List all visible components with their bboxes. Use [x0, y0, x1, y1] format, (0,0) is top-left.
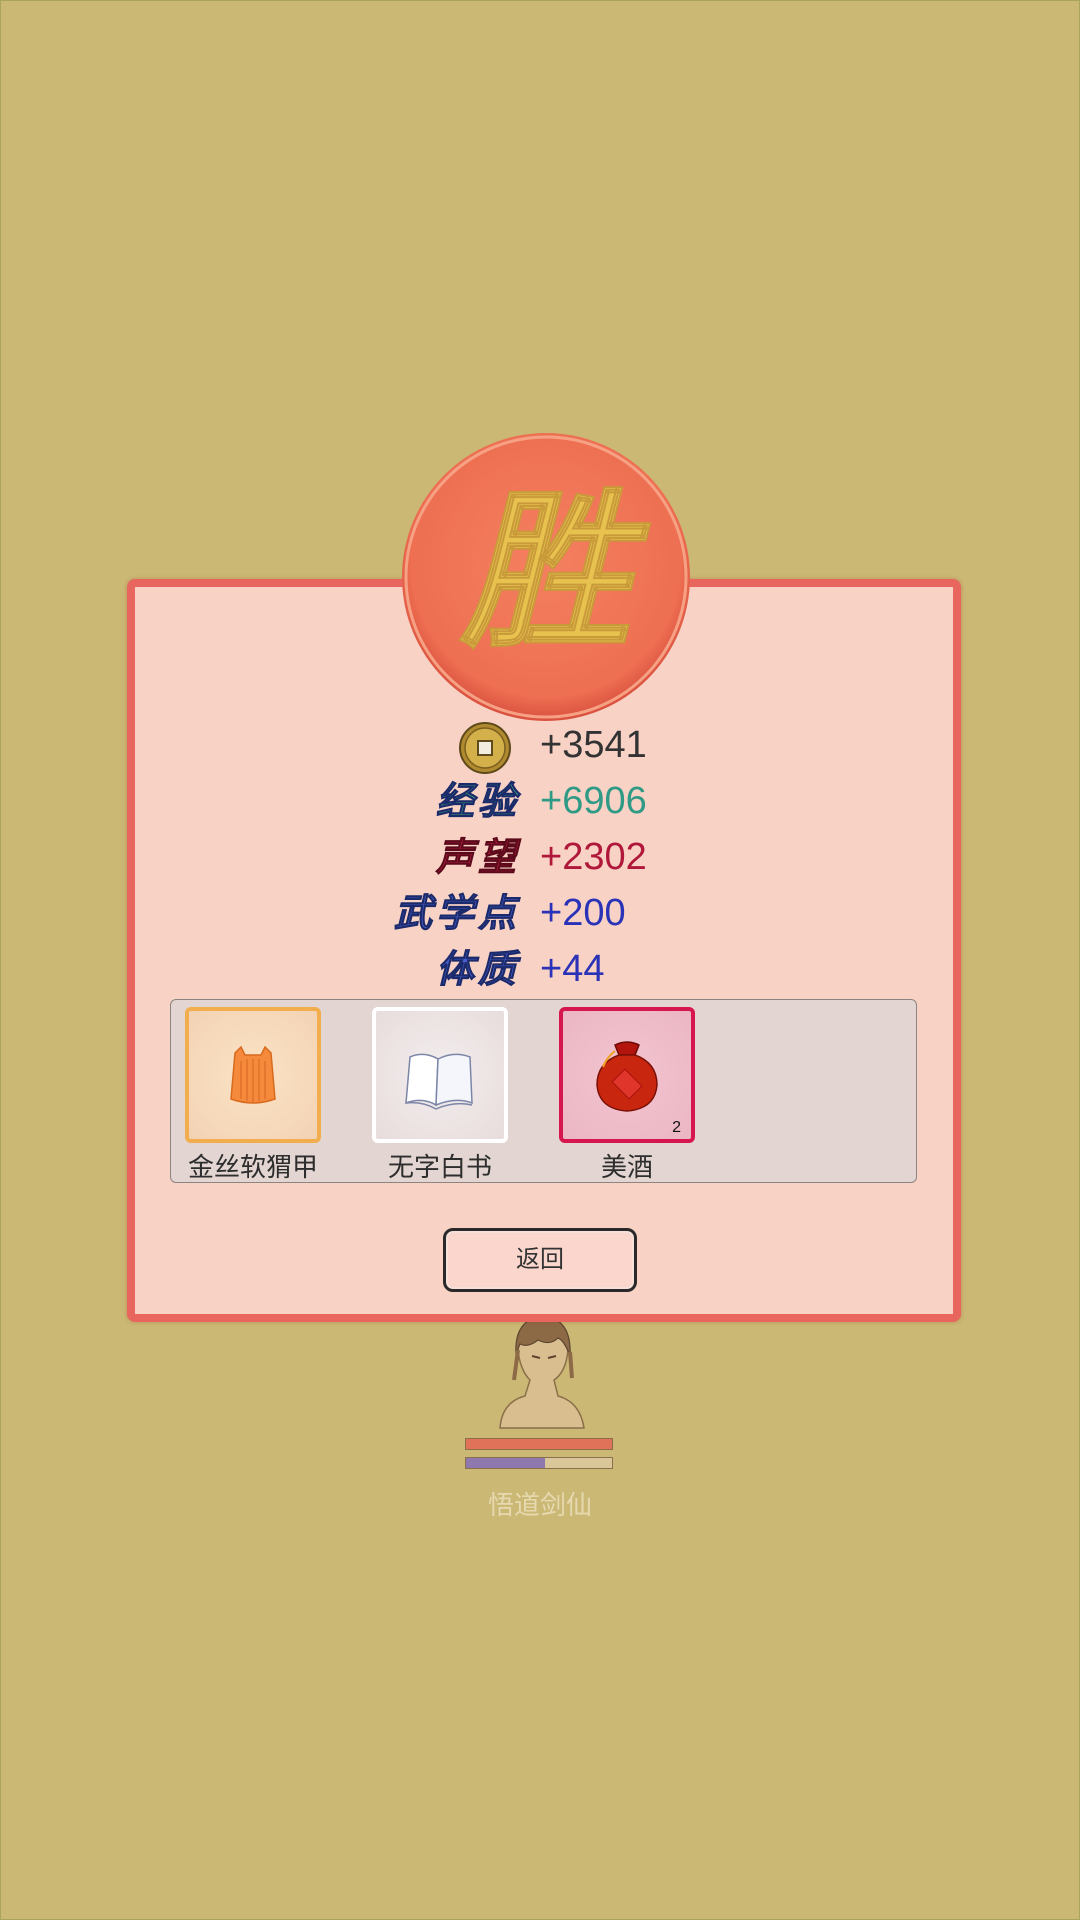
reward-constitution: 体质 +44 — [0, 941, 1080, 997]
experience-value: +6906 — [540, 780, 647, 822]
armor-vest-icon — [230, 1045, 276, 1104]
item-name-book: 无字白书 — [387, 1153, 492, 1183]
hero-mp-bar — [465, 1457, 613, 1469]
coin-icon — [459, 722, 511, 774]
back-button[interactable]: 返回 — [443, 1228, 637, 1292]
constitution-label: 体质 — [435, 946, 520, 992]
reward-reputation: 声望 +2302 — [0, 829, 1080, 885]
item-name-armor: 金丝软猬甲 — [187, 1153, 318, 1183]
item-slot-wine[interactable]: 2 — [559, 1007, 695, 1143]
item-slot-armor[interactable] — [185, 1007, 321, 1143]
reward-experience: 经验 +6906 — [0, 773, 1080, 829]
reward-martial-points: 武学点 +200 — [0, 885, 1080, 941]
victory-badge-text: 胜 — [459, 472, 651, 672]
experience-label: 经验 — [435, 778, 520, 824]
martial-points-label: 武学点 — [393, 890, 520, 936]
hero-portrait — [499, 1315, 585, 1429]
reward-coin: +3541 — [0, 717, 1080, 774]
hero-hp-bar — [465, 1438, 613, 1450]
item-name-wine: 美酒 — [600, 1153, 653, 1183]
reputation-label: 声望 — [435, 834, 520, 880]
reputation-value: +2302 — [540, 836, 647, 878]
wine-count: 2 — [672, 1119, 681, 1136]
constitution-value: +44 — [540, 948, 605, 990]
item-slot-book[interactable] — [372, 1007, 508, 1143]
hero-name: 悟道剑仙 — [487, 1491, 592, 1521]
victory-badge: 胜 — [402, 433, 690, 721]
blank-book-icon — [405, 1053, 473, 1110]
martial-points-value: +200 — [540, 892, 626, 934]
coin-value: +3541 — [540, 724, 647, 766]
